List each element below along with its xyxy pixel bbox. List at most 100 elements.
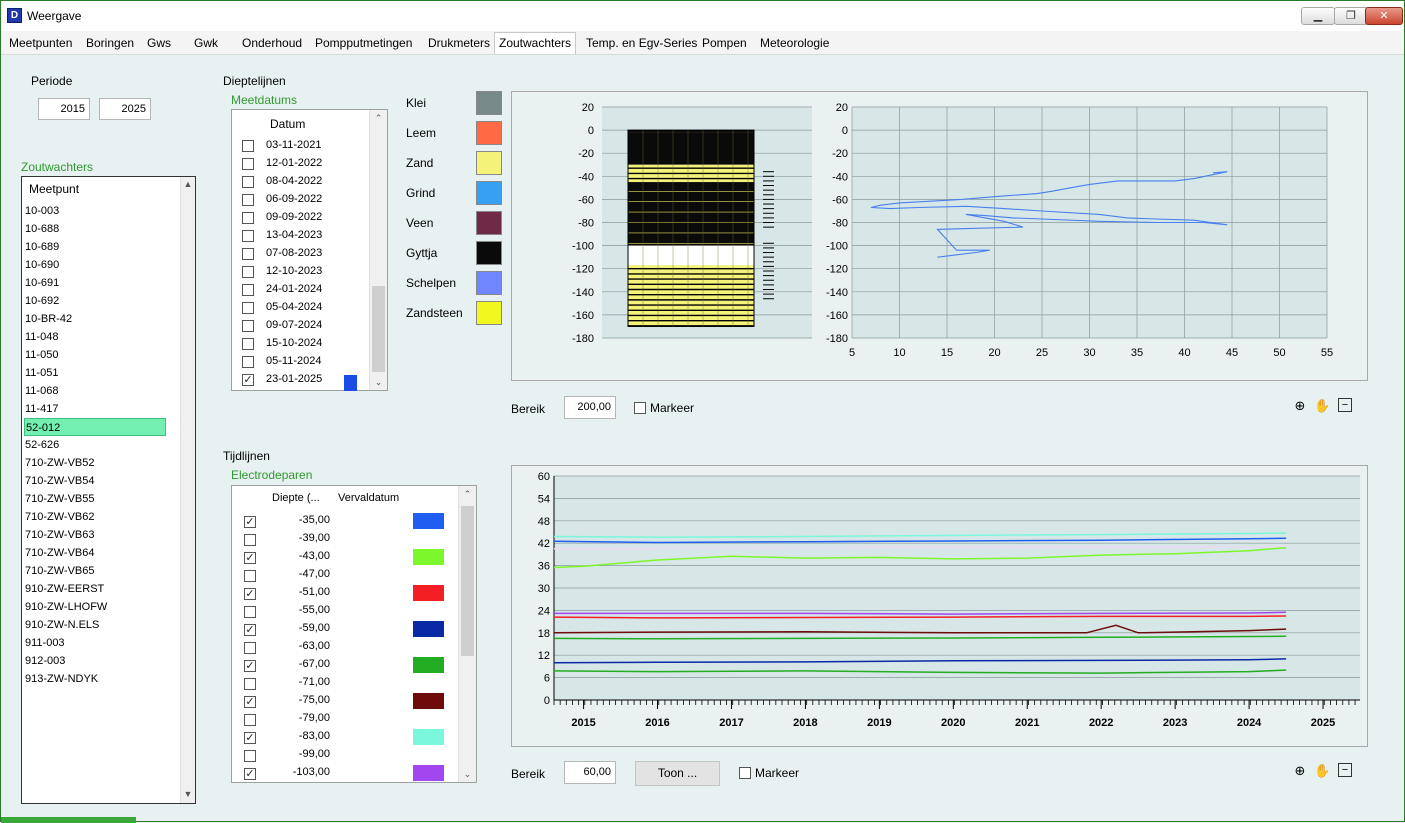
- tab-gwk[interactable]: Gwk: [192, 35, 220, 51]
- date-checkbox[interactable]: [242, 140, 254, 152]
- zoutwachters-list[interactable]: Meetpunt ▲ ▼ 10-003 10-688 10-689 10-690 10-…: [21, 176, 196, 804]
- list-item[interactable]: 52-012: [24, 418, 166, 436]
- meetdatums-scrollbar[interactable]: ⌃ ⌄: [369, 110, 387, 390]
- scroll-up-icon[interactable]: ▲: [181, 179, 195, 189]
- date-checkbox[interactable]: [242, 356, 254, 368]
- electrodeparen-scrollbar[interactable]: ⌃ ⌄: [458, 486, 476, 782]
- date-checkbox[interactable]: [242, 320, 254, 332]
- list-item[interactable]: 52-626: [24, 436, 166, 454]
- scroll-up-icon[interactable]: ⌃: [459, 489, 476, 500]
- list-item[interactable]: 10-BR-42: [24, 310, 166, 328]
- electrode-checkbox[interactable]: [244, 534, 256, 546]
- minimize-button[interactable]: ▁: [1301, 7, 1335, 25]
- date-checkbox[interactable]: [242, 194, 254, 206]
- date-checkbox[interactable]: [242, 302, 254, 314]
- dieptelijnen-bereik-input[interactable]: 200,00: [564, 396, 616, 419]
- list-item[interactable]: 710-ZW-VB64: [24, 544, 166, 562]
- tab-gws[interactable]: Gws: [145, 35, 173, 51]
- zoom-icon[interactable]: ⊕: [1292, 398, 1308, 414]
- electrode-checkbox[interactable]: ✓: [244, 624, 256, 636]
- tab-pompputmetingen[interactable]: Pompputmetingen: [313, 35, 414, 51]
- date-checkbox[interactable]: ✓: [242, 374, 254, 386]
- date-checkbox[interactable]: [242, 212, 254, 224]
- diepte-column-header[interactable]: Diepte (...: [272, 492, 320, 504]
- list-item[interactable]: 11-048: [24, 328, 166, 346]
- list-item[interactable]: 912-003: [24, 652, 166, 670]
- scroll-thumb[interactable]: [461, 506, 474, 656]
- list-item[interactable]: 10-688: [24, 220, 166, 238]
- list-item[interactable]: 710-ZW-VB52: [24, 454, 166, 472]
- date-checkbox[interactable]: [242, 230, 254, 242]
- datum-column-header[interactable]: Datum: [270, 117, 305, 131]
- list-item[interactable]: 10-692: [24, 292, 166, 310]
- list-item[interactable]: 11-051: [24, 364, 166, 382]
- restore-button[interactable]: ❐: [1334, 7, 1368, 25]
- tab-boringen[interactable]: Boringen: [84, 35, 136, 51]
- list-item[interactable]: 910-ZW-LHOFW: [24, 598, 166, 616]
- zoutwachters-scrollbar[interactable]: ▲ ▼: [180, 177, 195, 803]
- electrode-checkbox[interactable]: [244, 642, 256, 654]
- meetpunt-column-header[interactable]: Meetpunt: [29, 182, 79, 196]
- list-item[interactable]: 910-ZW-N.ELS: [24, 616, 166, 634]
- tijdlijnen-bereik-input[interactable]: 60,00: [564, 761, 616, 784]
- electrode-checkbox[interactable]: [244, 750, 256, 762]
- tab-onderhoud[interactable]: Onderhoud: [240, 35, 304, 51]
- list-item[interactable]: 10-003: [24, 202, 166, 220]
- scroll-thumb[interactable]: [372, 286, 385, 372]
- list-item[interactable]: 11-050: [24, 346, 166, 364]
- list-item[interactable]: 710-ZW-VB65: [24, 562, 166, 580]
- electrode-checkbox[interactable]: ✓: [244, 732, 256, 744]
- scroll-down-icon[interactable]: ⌄: [459, 769, 476, 780]
- periode-from-input[interactable]: 2015: [38, 98, 90, 120]
- dieptelijnen-markeer-checkbox[interactable]: [634, 402, 646, 414]
- electrode-checkbox[interactable]: ✓: [244, 552, 256, 564]
- list-item[interactable]: 910-ZW-EERST: [24, 580, 166, 598]
- zoom-out-icon[interactable]: −: [1338, 398, 1352, 412]
- date-checkbox[interactable]: [242, 176, 254, 188]
- electrode-checkbox[interactable]: ✓: [244, 696, 256, 708]
- electrode-checkbox[interactable]: [244, 678, 256, 690]
- tab-drukmeters[interactable]: Drukmeters: [426, 35, 492, 51]
- tab-pompen[interactable]: Pompen: [700, 35, 749, 51]
- list-item[interactable]: 710-ZW-VB54: [24, 472, 166, 490]
- tab-zoutwachters[interactable]: Zoutwachters: [494, 32, 577, 54]
- list-item[interactable]: 10-691: [24, 274, 166, 292]
- list-item[interactable]: 710-ZW-VB55: [24, 490, 166, 508]
- tab-temp-egv-series[interactable]: Temp. en Egv-Series: [584, 35, 699, 51]
- electrode-checkbox[interactable]: [244, 606, 256, 618]
- electrodeparen-list[interactable]: Diepte (... Vervaldatum ⌃ ⌄ ✓ -35,00 -39,0…: [231, 485, 477, 783]
- list-item[interactable]: 710-ZW-VB62: [24, 508, 166, 526]
- date-checkbox[interactable]: [242, 338, 254, 350]
- scroll-up-icon[interactable]: ⌃: [370, 113, 387, 124]
- list-item[interactable]: 11-068: [24, 382, 166, 400]
- list-item[interactable]: 710-ZW-VB63: [24, 526, 166, 544]
- electrode-checkbox[interactable]: ✓: [244, 660, 256, 672]
- list-item[interactable]: 911-003: [24, 634, 166, 652]
- tab-meetpunten[interactable]: Meetpunten: [7, 35, 74, 51]
- list-item[interactable]: 11-417: [24, 400, 166, 418]
- electrode-checkbox[interactable]: ✓: [244, 516, 256, 528]
- date-checkbox[interactable]: [242, 284, 254, 296]
- list-item[interactable]: 10-690: [24, 256, 166, 274]
- meetdatums-list[interactable]: Datum ⌃ ⌄ 03-11-2021 12-01-2022 08-04-2022…: [231, 109, 388, 391]
- scroll-down-icon[interactable]: ▼: [181, 789, 195, 799]
- date-checkbox[interactable]: [242, 158, 254, 170]
- electrode-checkbox[interactable]: [244, 714, 256, 726]
- close-button[interactable]: ✕: [1365, 7, 1403, 25]
- tijdlijnen-markeer-checkbox[interactable]: [739, 767, 751, 779]
- periode-to-input[interactable]: 2025: [99, 98, 151, 120]
- scroll-down-icon[interactable]: ⌄: [370, 377, 387, 388]
- toon-button[interactable]: Toon ...: [635, 761, 720, 786]
- zoom-out-icon[interactable]: −: [1338, 763, 1352, 777]
- zoom-icon[interactable]: ⊕: [1292, 763, 1308, 779]
- tab-meteorologie[interactable]: Meteorologie: [758, 35, 831, 51]
- electrode-checkbox[interactable]: ✓: [244, 768, 256, 780]
- pan-hand-icon[interactable]: ✋: [1314, 763, 1330, 779]
- list-item[interactable]: 10-689: [24, 238, 166, 256]
- electrode-checkbox[interactable]: [244, 570, 256, 582]
- list-item[interactable]: 913-ZW-NDYK: [24, 670, 166, 688]
- date-checkbox[interactable]: [242, 248, 254, 260]
- pan-hand-icon[interactable]: ✋: [1314, 398, 1330, 414]
- date-checkbox[interactable]: [242, 266, 254, 278]
- electrode-checkbox[interactable]: ✓: [244, 588, 256, 600]
